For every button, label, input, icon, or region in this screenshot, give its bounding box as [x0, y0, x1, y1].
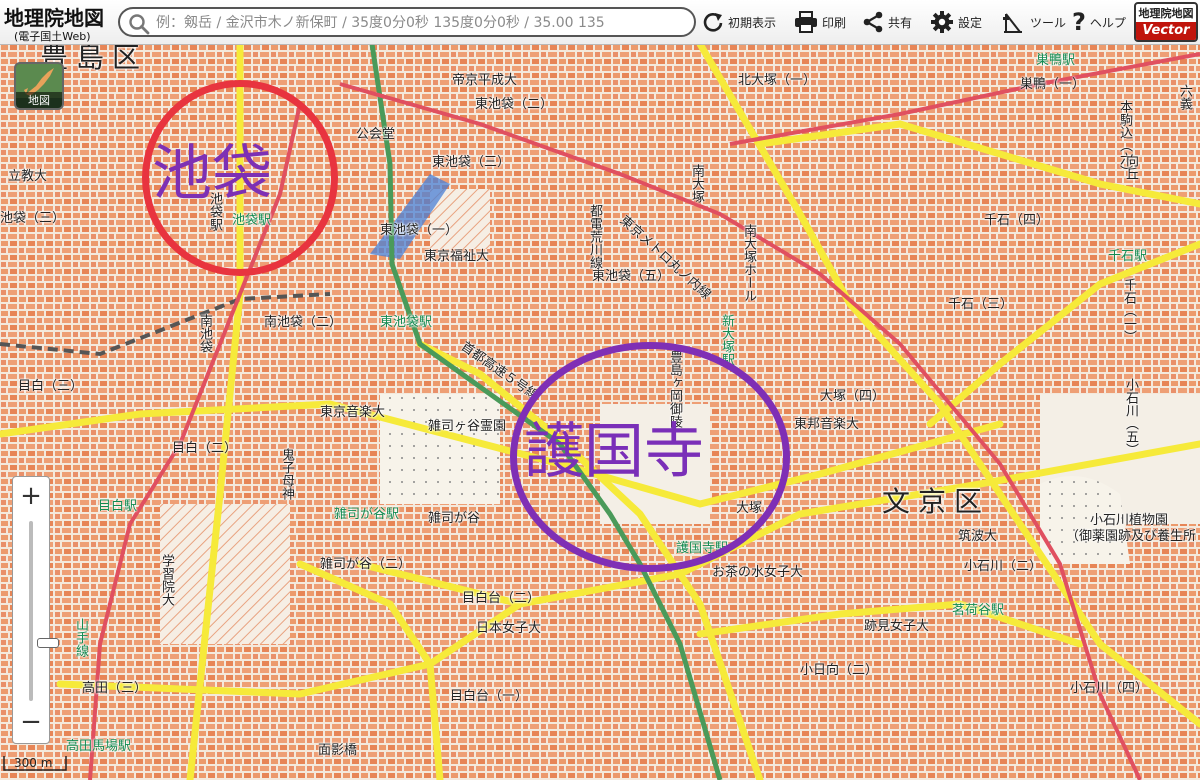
- vector-map-badge[interactable]: 地理院地図 Vector: [1134, 2, 1198, 42]
- search-icon[interactable]: [128, 13, 150, 35]
- map-label: 鬼子母神: [279, 448, 294, 500]
- map-label: 目白（二）: [172, 441, 238, 456]
- zoom-in-button[interactable]: +: [13, 479, 49, 515]
- station-label: 千石駅: [1108, 249, 1148, 264]
- map-label: 六義: [1177, 84, 1192, 110]
- station-label: 茗荷谷駅: [952, 603, 1005, 618]
- map-label: 南池袋（二）: [264, 315, 343, 330]
- zoom-slider-handle[interactable]: [37, 637, 59, 648]
- print-label: 印刷: [822, 15, 847, 30]
- background-map-label: 地図: [16, 92, 62, 108]
- map-label: 南池袋: [197, 314, 212, 353]
- print-button[interactable]: 印刷: [794, 6, 846, 38]
- share-icon: [863, 11, 883, 33]
- map-label: 北大塚（一）: [738, 73, 817, 88]
- gear-icon: [931, 11, 953, 33]
- map-label: 跡見女子大: [864, 619, 930, 634]
- background-map-button[interactable]: 地図: [14, 62, 64, 110]
- map-canvas[interactable]: 豊島区 文京区 帝京平成大 東池袋（二） 公会堂 東池袋（三） 池袋駅 立教大 …: [0, 44, 1200, 780]
- map-label: 雑司が谷（二）: [320, 557, 412, 572]
- map-label: 東池袋（三）: [432, 155, 511, 170]
- ward-label-bunkyo: 文京区: [882, 485, 991, 518]
- map-label: 立教大: [8, 169, 48, 184]
- map-label: 公会堂: [356, 127, 396, 142]
- printer-icon: [795, 11, 817, 33]
- map-label: 千石（三）: [948, 297, 1014, 312]
- map-label: 南大塚ホール: [741, 224, 756, 302]
- app-title: 地理院地図: [4, 6, 104, 30]
- map-label: 雑司が谷: [428, 511, 481, 526]
- map-label: 面影橋: [318, 743, 358, 758]
- share-button[interactable]: 共有: [862, 6, 912, 38]
- map-label: 筑波大: [958, 529, 998, 544]
- map-label: 巣鴨（一）: [1020, 77, 1086, 92]
- station-label: 高田馬場駅: [66, 739, 132, 754]
- scale-bar: 300 m: [0, 752, 70, 774]
- map-label: 東池袋（二）: [475, 97, 554, 112]
- scale-label: 300 m: [14, 756, 53, 770]
- map-label: 目白（三）: [18, 379, 84, 394]
- map-label: 目白台（二）: [462, 591, 541, 606]
- map-label: 学習院大: [159, 554, 174, 606]
- help-label: ヘルプ: [1089, 15, 1126, 30]
- map-label: （御薬園跡及び養生所: [1066, 529, 1197, 544]
- map-label: 向丘: [1123, 154, 1138, 180]
- map-label: 南大塚: [689, 164, 704, 203]
- refresh-icon: [703, 13, 723, 32]
- map-label: 日本女子大: [476, 621, 542, 636]
- zoom-out-button[interactable]: −: [13, 705, 49, 741]
- settings-button[interactable]: 設定: [930, 6, 982, 38]
- map-label: 帝京平成大: [452, 73, 518, 88]
- search-box: [118, 7, 696, 37]
- station-label: 巣鴨駅: [1036, 53, 1076, 68]
- vector-badge-label: Vector: [1136, 22, 1196, 40]
- map-label: お茶の水女子大: [712, 565, 804, 580]
- map-label: 目白台（一）: [450, 689, 529, 704]
- annotation-text-ikebukuro: 池袋: [152, 139, 272, 209]
- map-label: 雑司ヶ谷霊園: [428, 419, 507, 434]
- tools-label: ツール: [1030, 15, 1067, 30]
- map-label: 大塚（四）: [820, 389, 886, 404]
- map-label: 小石川（五）: [1123, 378, 1138, 456]
- map-label: 小石川植物園: [1090, 513, 1169, 528]
- map-label: 山手線: [73, 618, 88, 657]
- map-label: 東京音楽大: [320, 405, 386, 420]
- help-icon: ?: [1072, 8, 1086, 36]
- app-logo[interactable]: 地理院地図 (電子国土Web): [4, 2, 114, 43]
- map-label: 東池袋（五）: [592, 269, 671, 284]
- reset-view-label: 初期表示: [728, 15, 777, 30]
- map-label: 高田（三）: [82, 681, 148, 696]
- map-label: 東邦音楽大: [794, 417, 860, 432]
- zoom-control: + −: [12, 476, 59, 744]
- vector-badge-title: 地理院地図: [1138, 7, 1194, 20]
- settings-label: 設定: [958, 15, 983, 30]
- station-label: 東池袋駅: [380, 315, 433, 330]
- share-label: 共有: [888, 15, 913, 30]
- map-label: 千石（四）: [984, 213, 1050, 228]
- reset-view-button[interactable]: 初期表示: [702, 6, 776, 38]
- app-subtitle: (電子国土Web): [14, 30, 91, 43]
- map-label: 都電荒川線: [587, 204, 602, 269]
- annotation-text-gokokuji: 護国寺: [524, 417, 704, 487]
- station-label: 雑司が谷駅: [334, 507, 400, 522]
- zoom-slider-track[interactable]: [29, 521, 59, 701]
- tools-button[interactable]: ツール: [1000, 6, 1066, 38]
- map-label: 池袋（三）: [0, 211, 66, 226]
- map-label: 東池袋（一）: [380, 223, 459, 238]
- station-label: 目白駅: [98, 499, 138, 514]
- map-label: 千石（一）: [1121, 278, 1136, 343]
- help-button[interactable]: ? ヘルプ: [1072, 6, 1126, 38]
- tools-icon: [1003, 13, 1022, 33]
- top-toolbar: 地理院地図 (電子国土Web) 初期表示 印刷 共有: [0, 0, 1200, 45]
- map-label: 小石川（四）: [1070, 681, 1149, 696]
- map-label: 東京福祉大: [424, 249, 490, 264]
- search-input[interactable]: [154, 11, 694, 35]
- map-label: 小日向（二）: [800, 663, 879, 678]
- map-label: 小石川（二）: [964, 559, 1043, 574]
